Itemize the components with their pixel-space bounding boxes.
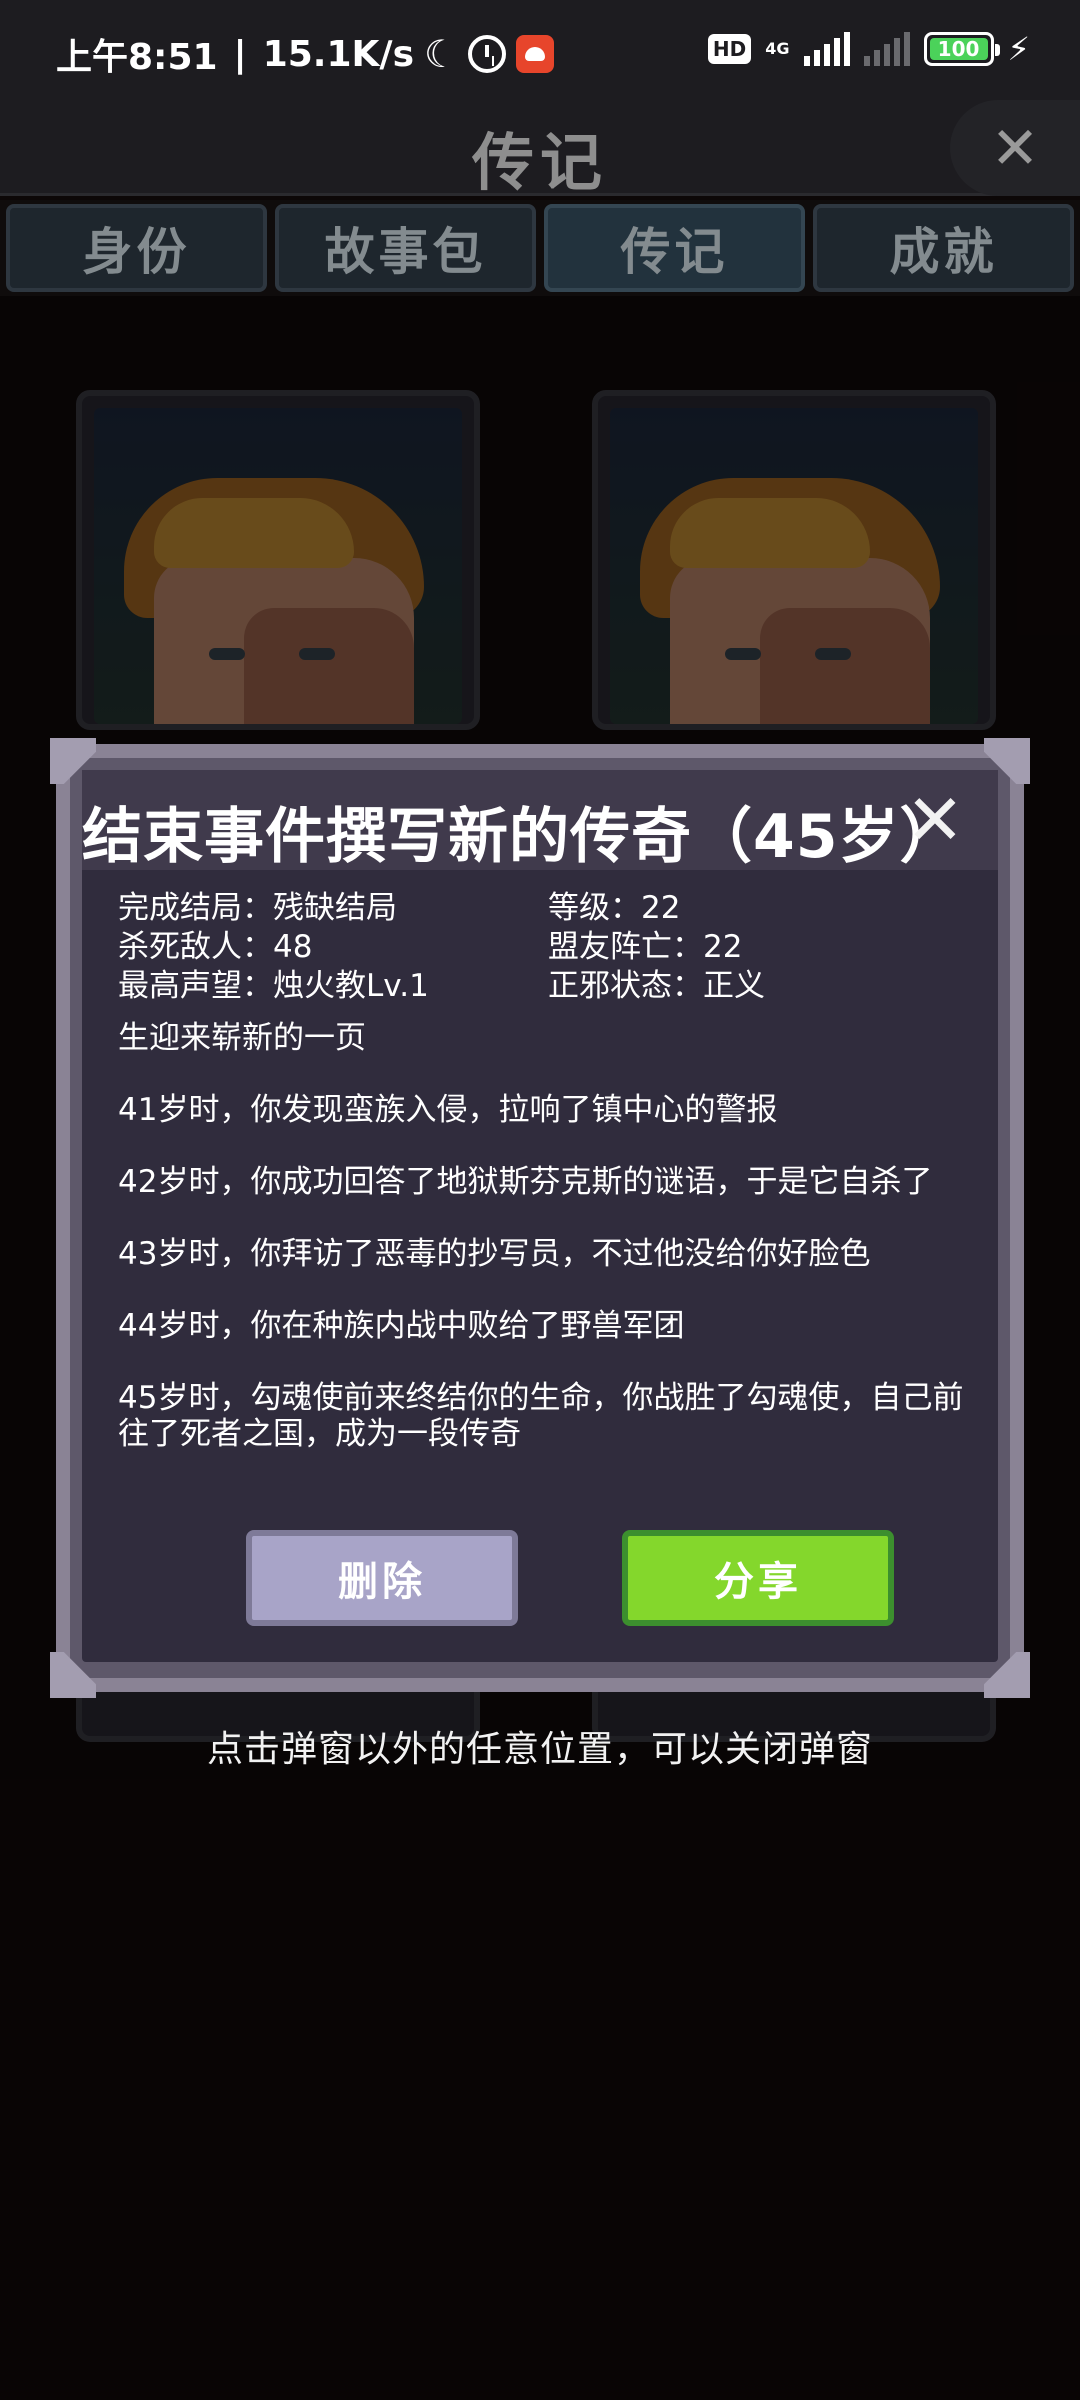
modal-title-bar: 结束事件撰写新的传奇（45岁） ✕ bbox=[82, 770, 998, 872]
title-bar: 传记 ✕ bbox=[0, 100, 1080, 199]
modal-title: 结束事件撰写新的传奇（45岁） bbox=[82, 802, 961, 872]
bio-entry: 42岁时，你成功回答了地狱斯芬克斯的谜语，于是它自杀了 bbox=[118, 1164, 933, 1200]
status-bar: 上午8:51 | 15.1K/s ☾ HD 4G 100 ⚡ bbox=[0, 0, 1080, 100]
bio-entry: 43岁时，你拜访了恶毒的抄写员，不过他没给你好脸色 bbox=[118, 1236, 871, 1272]
alarm-icon bbox=[468, 35, 507, 73]
battery-level: 100 bbox=[937, 37, 980, 61]
app-notification-icon bbox=[516, 35, 555, 73]
bio-entry: 44岁时，你在种族内战中败给了野兽军团 bbox=[118, 1308, 685, 1344]
status-speed: 15.1K/s bbox=[262, 33, 414, 75]
biography-text-scroll[interactable]: 生迎来崭新的一页 41岁时，你发现蛮族入侵，拉响了镇中心的警报 42岁时，你成功… bbox=[118, 1020, 978, 1494]
modal-body: 结束事件撰写新的传奇（45岁） ✕ 完成结局：残缺结局 等级：22 杀死敌人：4… bbox=[82, 770, 998, 1662]
tab-identity[interactable]: 身份 bbox=[6, 204, 267, 292]
stats-grid: 完成结局：残缺结局 等级：22 杀死敌人：48 盟友阵亡：22 最高声望：烛火教… bbox=[118, 890, 978, 1005]
stat-reputation: 最高声望：烛火教Lv.1 bbox=[118, 968, 429, 1004]
tab-achievements[interactable]: 成就 bbox=[813, 204, 1074, 292]
modal-close-icon[interactable]: ✕ bbox=[890, 776, 980, 864]
bio-entry: 41岁时，你发现蛮族入侵，拉响了镇中心的警报 bbox=[118, 1092, 778, 1128]
stat-level: 等级：22 bbox=[548, 890, 681, 926]
biography-modal: 结束事件撰写新的传奇（45岁） ✕ 完成结局：残缺结局 等级：22 杀死敌人：4… bbox=[50, 738, 1030, 1698]
moon-icon: ☾ bbox=[424, 32, 459, 76]
stat-alignment: 正邪状态：正义 bbox=[548, 968, 765, 1004]
status-time: 上午8:51 bbox=[56, 37, 218, 78]
delete-button[interactable]: 删除 bbox=[246, 1530, 518, 1626]
bio-entry: 45岁时，勾魂使前来终结你的生命，你战胜了勾魂使，自己前往了死者之国，成为一段传… bbox=[118, 1380, 964, 1452]
charging-icon: ⚡ bbox=[1007, 30, 1030, 68]
stat-allies-lost: 盟友阵亡：22 bbox=[548, 929, 743, 965]
page-title: 传记 bbox=[471, 126, 608, 199]
signal-secondary-icon bbox=[863, 32, 910, 66]
stat-ending: 完成结局：残缺结局 bbox=[118, 890, 397, 926]
hd-icon: HD bbox=[707, 34, 752, 64]
share-button[interactable]: 分享 bbox=[622, 1530, 894, 1626]
bio-entry: 生迎来崭新的一页 bbox=[118, 1020, 366, 1056]
tab-biography[interactable]: 传记 bbox=[544, 204, 805, 292]
status-left: 上午8:51 | 15.1K/s ☾ bbox=[56, 28, 555, 80]
status-right: HD 4G 100 ⚡ bbox=[707, 30, 1030, 68]
tab-bar: 身份 故事包 传记 成就 bbox=[0, 200, 1080, 296]
tab-story-pack[interactable]: 故事包 bbox=[275, 204, 536, 292]
network-type: 4G bbox=[765, 39, 790, 58]
battery-icon: 100 bbox=[923, 32, 1000, 66]
signal-icon bbox=[803, 32, 850, 66]
close-icon[interactable]: ✕ bbox=[950, 100, 1080, 196]
stat-kills: 杀死敌人：48 bbox=[118, 929, 313, 965]
page: 上午8:51 | 15.1K/s ☾ HD 4G 100 ⚡ 传记 ✕ 身份 故… bbox=[0, 0, 1080, 2400]
status-separator: | bbox=[233, 33, 247, 75]
close-hint: 点击弹窗以外的任意位置，可以关闭弹窗 bbox=[206, 1729, 873, 1770]
